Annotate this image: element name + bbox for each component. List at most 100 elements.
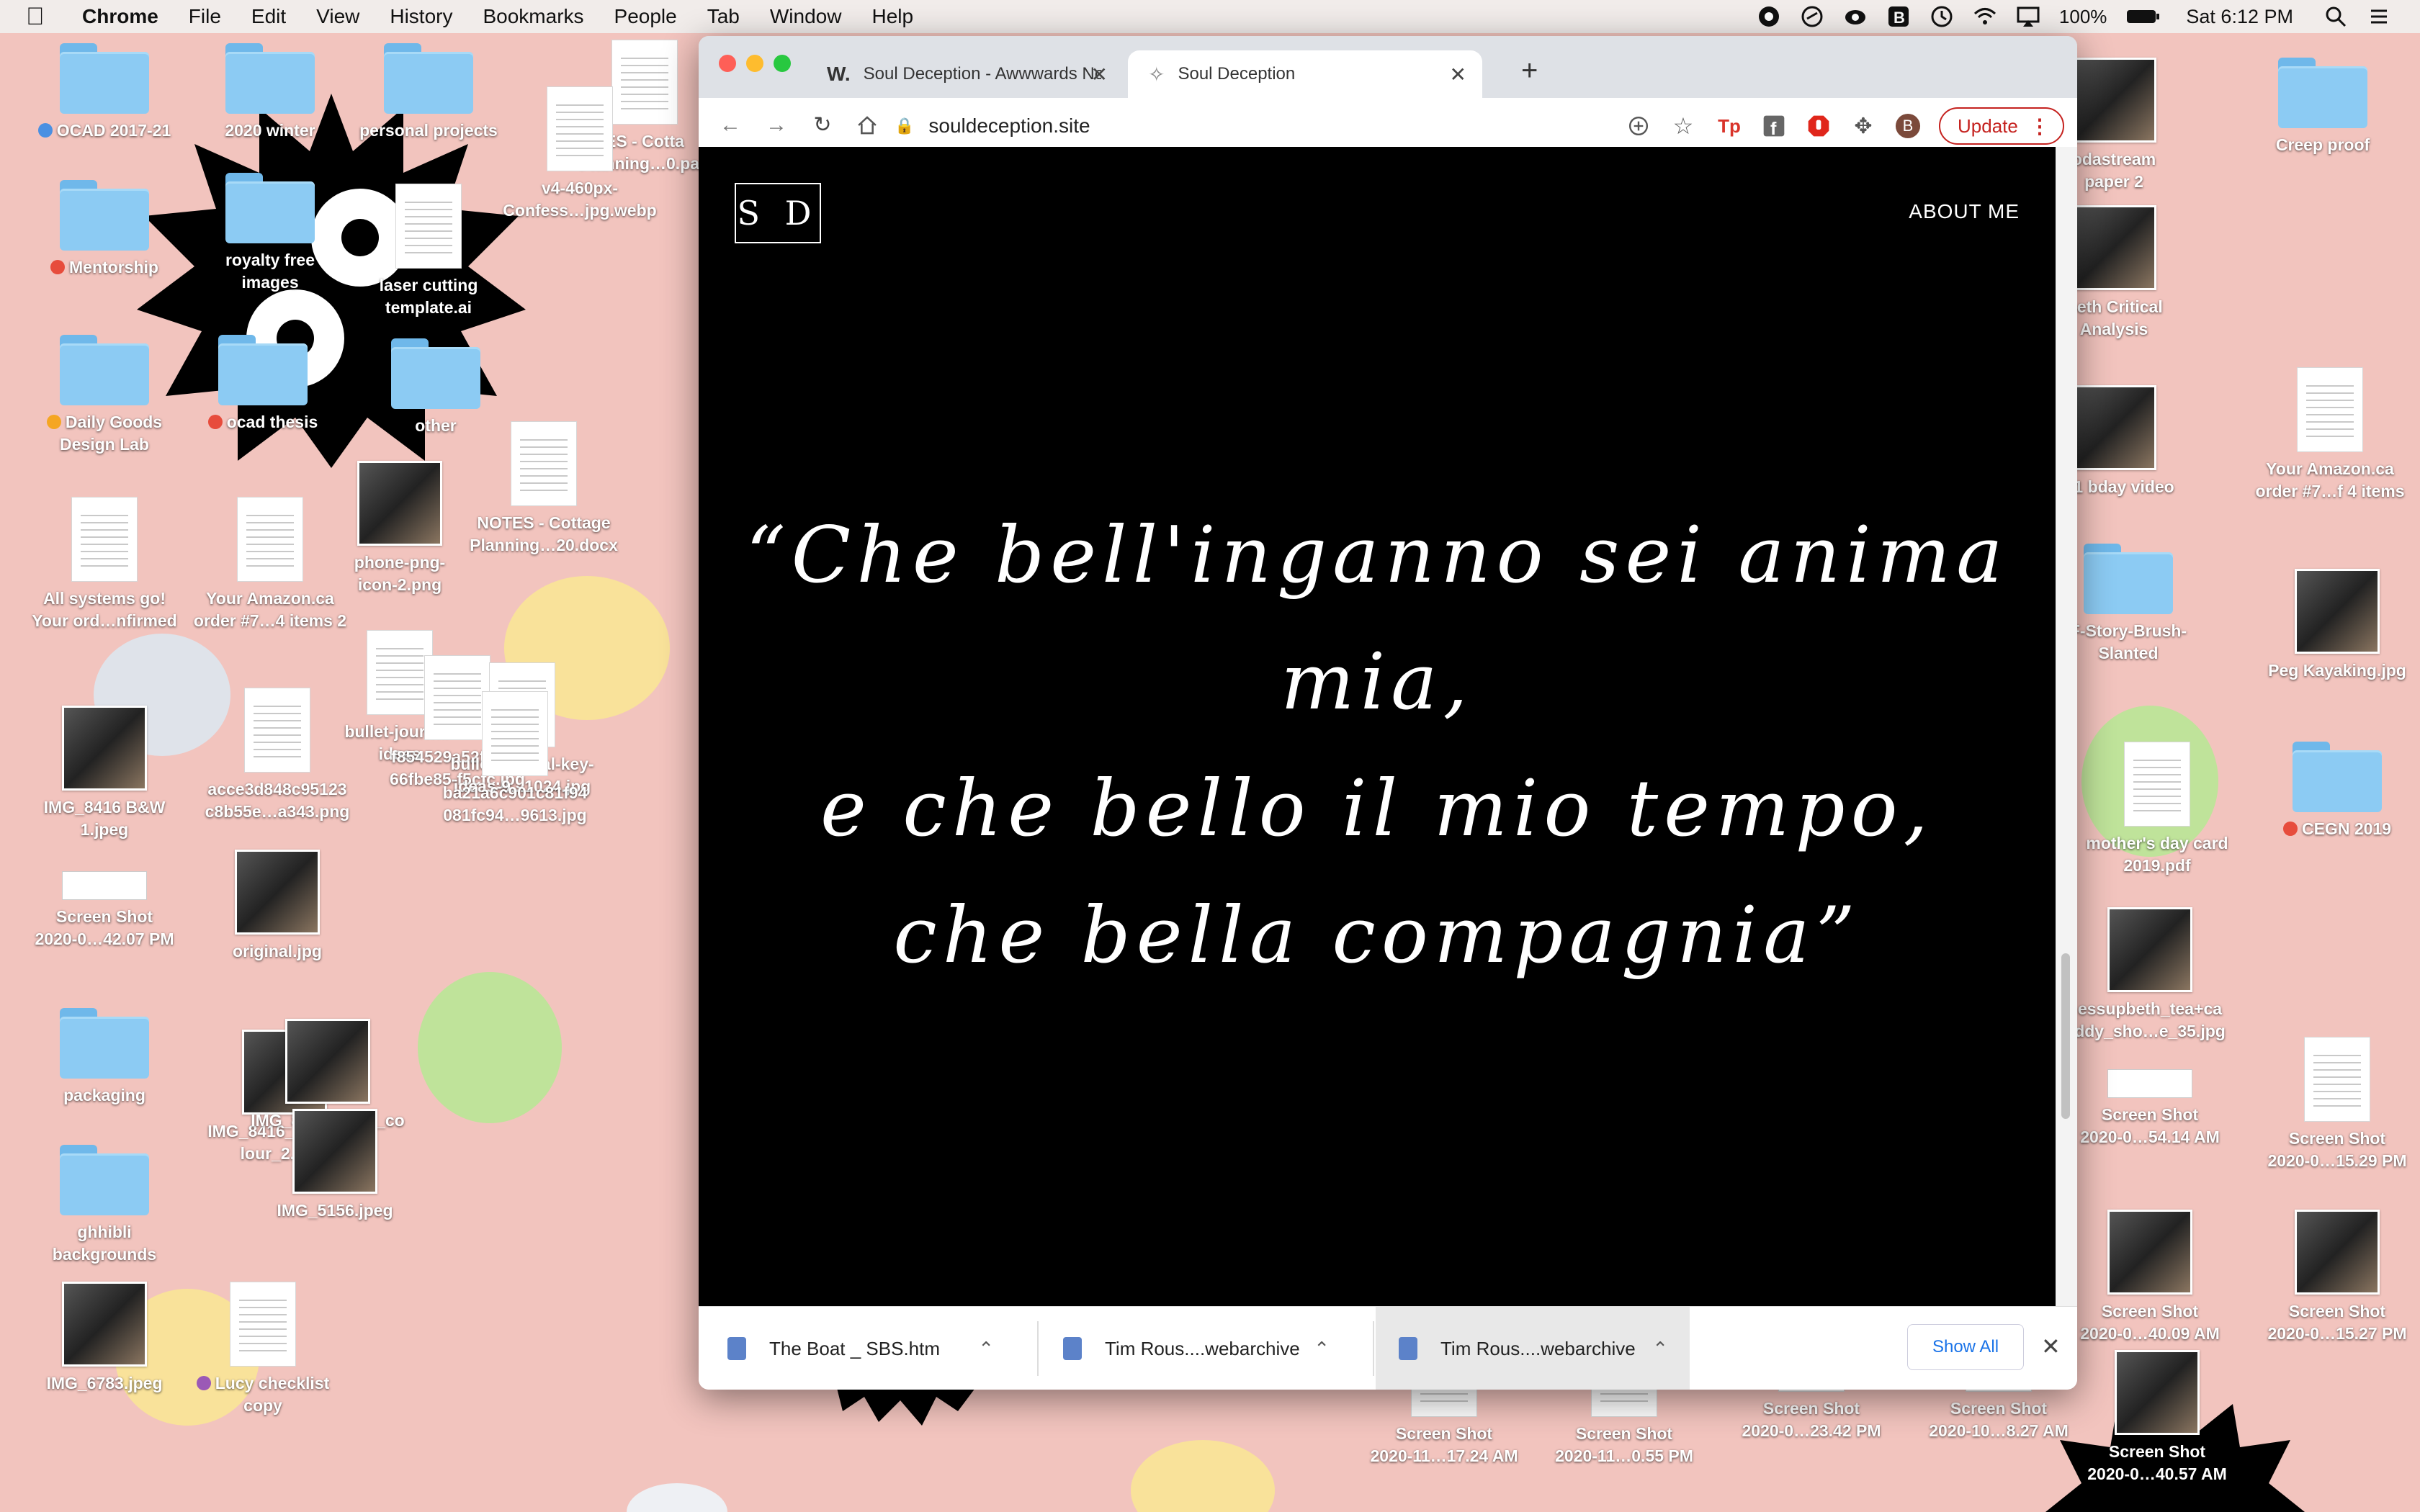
desktop-icon[interactable]: IMG_6783.jpeg xyxy=(22,1282,187,1395)
menu-app-chrome[interactable]: Chrome xyxy=(82,5,158,28)
close-tab-icon[interactable]: ✕ xyxy=(1091,63,1108,86)
close-shelf-icon[interactable]: ✕ xyxy=(2041,1333,2061,1360)
menu-view[interactable]: View xyxy=(316,5,359,28)
apple-icon[interactable]:  xyxy=(26,3,50,31)
page-scrollbar[interactable] xyxy=(2056,147,2077,1306)
desktop-icon-label: laser cutting template.ai xyxy=(346,274,511,319)
desktop-icon[interactable]: royalty free images xyxy=(187,173,353,294)
spotlight-search-icon[interactable] xyxy=(2323,4,2348,29)
desktop-icon[interactable]: Creep proof xyxy=(2240,58,2406,156)
desktop-icon-label: personal projects xyxy=(346,120,511,142)
clock[interactable]: Sat 6:12 PM xyxy=(2186,6,2293,28)
desktop-icon[interactable]: All systems go! Your ord…nfirmed xyxy=(22,497,187,632)
menu-kebab-icon[interactable]: ⋮ xyxy=(2030,114,2050,138)
shield-icon[interactable] xyxy=(1800,4,1824,29)
folder-icon xyxy=(60,335,149,405)
desktop-icon[interactable]: OCAD 2017-21 xyxy=(22,43,187,142)
control-center-icon[interactable] xyxy=(2367,4,2391,29)
menu-history[interactable]: History xyxy=(390,5,452,28)
menu-edit[interactable]: Edit xyxy=(251,5,286,28)
new-tab-icon[interactable]: + xyxy=(1521,55,1538,87)
battery-icon[interactable] xyxy=(2125,4,2160,29)
desktop-icon[interactable]: original.jpg xyxy=(194,850,360,963)
tab-awwwards[interactable]: W. Soul Deception - Awwwards No ✕ xyxy=(807,50,1124,98)
b-app-icon[interactable]: B xyxy=(1886,4,1911,29)
chevron-up-icon[interactable]: ⌃ xyxy=(1652,1338,1668,1360)
desktop-icon[interactable]: personal projects xyxy=(346,43,511,142)
tab-soul-deception[interactable]: ✧ Soul Deception ✕ xyxy=(1128,50,1482,98)
desktop-icon[interactable]: NOTES - Cottage Planning…20.docx xyxy=(461,421,627,557)
battery-percent: 100% xyxy=(2058,5,2107,27)
desktop-icon[interactable]: mother's day card 2019.pdf xyxy=(2074,742,2240,877)
close-tab-icon[interactable]: ✕ xyxy=(1450,63,1466,86)
bookmark-star-icon[interactable]: ☆ xyxy=(1670,112,1697,140)
desktop-icon[interactable]: 2020 winter xyxy=(187,43,353,142)
reload-icon[interactable]: ↻ xyxy=(808,111,837,140)
back-icon[interactable]: ← xyxy=(716,111,745,140)
desktop-icon-text: Your Amazon.ca order #7…f 4 items xyxy=(2255,459,2405,500)
desktop-icon[interactable]: Screen Shot 2020-0…40.57 AM xyxy=(2074,1350,2240,1485)
desktop-icon[interactable]: ocad thesis xyxy=(180,335,346,433)
show-all-button[interactable]: Show All xyxy=(1907,1324,2024,1370)
creative-cloud-icon[interactable] xyxy=(1843,4,1868,29)
menu-tab[interactable]: Tab xyxy=(707,5,740,28)
minimize-window-button[interactable] xyxy=(746,55,763,72)
record-icon[interactable] xyxy=(1757,4,1781,29)
desktop-icon[interactable]: Lucy checklist copy xyxy=(180,1282,346,1417)
desktop-icon[interactable]: Screen Shot 2020-0…54.14 AM xyxy=(2067,1069,2233,1148)
desktop-icon[interactable]: Screen Shot 2020-0…15.27 PM xyxy=(2254,1210,2420,1345)
desktop-icon[interactable]: Screen Shot 2020-0…42.07 PM xyxy=(22,871,187,950)
site-logo[interactable]: S D xyxy=(735,183,821,243)
home-icon[interactable] xyxy=(853,111,882,140)
desktop-icon[interactable]: Peg Kayaking.jpg xyxy=(2254,569,2420,682)
add-bookmark-plus-icon[interactable] xyxy=(1625,112,1652,140)
desktop-icon[interactable]: ghhibli backgrounds xyxy=(22,1145,187,1266)
update-button[interactable]: Update ⋮ xyxy=(1939,107,2064,145)
profile-initial: B xyxy=(1902,117,1914,135)
url-text[interactable]: souldeception.site xyxy=(928,114,1090,138)
menu-window[interactable]: Window xyxy=(770,5,842,28)
download-item[interactable]: The Boat _ SBS.htm ⌃ xyxy=(727,1307,1016,1390)
image-thumbnail-icon xyxy=(2295,569,2380,654)
desktop-icon[interactable]: essupbeth_tea+ca ddy_sho…e_35.jpg xyxy=(2067,907,2233,1043)
profile-avatar[interactable]: B xyxy=(1894,112,1922,140)
adblock-extension-icon[interactable] xyxy=(1805,112,1832,140)
menu-file[interactable]: File xyxy=(189,5,221,28)
desktop-icon[interactable]: packaging xyxy=(22,1008,187,1107)
close-window-button[interactable] xyxy=(719,55,736,72)
facebook-extension-icon[interactable]: f xyxy=(1760,112,1788,140)
airplay-icon[interactable] xyxy=(2016,4,2040,29)
address-bar[interactable]: 🔒 souldeception.site xyxy=(895,107,1714,145)
desktop-icon-text: Creep proof xyxy=(2275,135,2370,154)
desktop-icon[interactable]: Screen Shot 2020-0…40.09 AM xyxy=(2067,1210,2233,1345)
chevron-up-icon[interactable]: ⌃ xyxy=(1314,1338,1330,1360)
desktop-icon[interactable]: IMG_5156.jpeg xyxy=(252,1109,418,1222)
desktop-icon[interactable]: IMG_8416 B&W 1.jpeg xyxy=(22,706,187,841)
about-me-link[interactable]: ABOUT ME xyxy=(1909,200,2020,223)
lock-icon[interactable]: 🔒 xyxy=(895,117,914,135)
desktop-icon[interactable]: v4-460px- Confess…jpg.webp xyxy=(497,86,663,222)
zoom-window-button[interactable] xyxy=(774,55,791,72)
extensions-puzzle-icon[interactable]: ✥ xyxy=(1850,112,1877,140)
desktop-icon[interactable]: Screen Shot 2020-0…15.29 PM xyxy=(2254,1037,2420,1172)
time-machine-icon[interactable] xyxy=(1930,4,1954,29)
desktop-icon[interactable]: Your Amazon.ca order #7…4 items 2 xyxy=(187,497,353,632)
desktop-icon[interactable]: Mentorship xyxy=(22,180,187,279)
desktop-icon[interactable]: acce3d848c95123 c8b55e…a343.png xyxy=(194,688,360,823)
screenshot-icon xyxy=(2107,1069,2192,1098)
download-item[interactable]: Tim Rous....webarchive ⌃ xyxy=(1063,1307,1351,1390)
scrollbar-thumb[interactable] xyxy=(2061,953,2070,1119)
wifi-icon[interactable] xyxy=(1973,4,1997,29)
download-item[interactable]: Tim Rous....webarchive ⌃ xyxy=(1376,1307,1690,1390)
desktop-icon[interactable]: ba21a6c901c81f94 081fc94…9613.jpg xyxy=(432,691,598,827)
forward-icon[interactable]: → xyxy=(762,111,791,140)
menu-help[interactable]: Help xyxy=(871,5,913,28)
desktop-icon[interactable]: laser cutting template.ai xyxy=(346,184,511,319)
desktop-icon[interactable]: Daily Goods Design Lab xyxy=(22,335,187,456)
desktop-icon[interactable]: Your Amazon.ca order #7…f 4 items xyxy=(2247,367,2413,503)
menu-people[interactable]: People xyxy=(614,5,677,28)
menu-bookmarks[interactable]: Bookmarks xyxy=(483,5,583,28)
tp-extension-icon[interactable]: Tp xyxy=(1716,112,1743,140)
desktop-icon[interactable]: CEGN 2019 xyxy=(2254,742,2420,840)
chevron-up-icon[interactable]: ⌃ xyxy=(978,1338,994,1360)
